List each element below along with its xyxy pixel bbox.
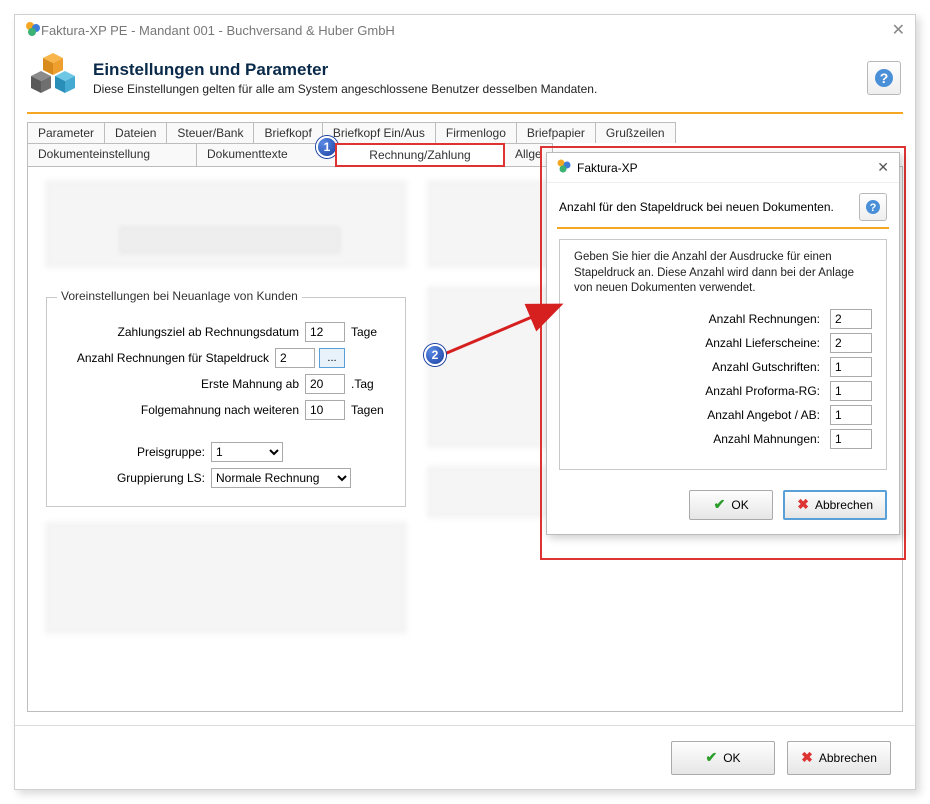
anzahl-gutschriften-label: Anzahl Gutschriften: [574,360,830,374]
tab-dokumenteinstellung[interactable]: Dokumenteinstellung [27,143,197,167]
ok-button[interactable]: ✔OK [671,741,775,775]
anzahl-stapeldruck-input[interactable] [275,348,315,368]
tab-briefpapier[interactable]: Briefpapier [516,122,596,143]
tab-rechnung-zahlung[interactable]: Rechnung/Zahlung [335,143,505,167]
tab-steuer-bank[interactable]: Steuer/Bank [166,122,254,143]
cancel-button[interactable]: ✖Abbrechen [787,741,891,775]
svg-text:?: ? [880,70,889,86]
tab-grusszeilen[interactable]: Grußzeilen [595,122,676,143]
anzahl-angebot-label: Anzahl Angebot / AB: [574,408,830,422]
dialog-intro: Geben Sie hier die Anzahl der Ausdrucke … [574,250,872,297]
window-title: Faktura-XP PE - Mandant 001 - Buchversan… [41,23,395,38]
app-logo-icon [25,21,41,40]
svg-text:?: ? [870,202,877,214]
app-logo-icon [557,159,571,176]
anzahl-gutschriften-input[interactable] [830,357,872,377]
folgemahnung-input[interactable] [305,400,345,420]
anzahl-lieferscheine-input[interactable] [830,333,872,353]
anzahl-lieferscheine-label: Anzahl Lieferscheine: [574,336,830,350]
cubes-icon [29,51,81,104]
zahlungsziel-input[interactable] [305,322,345,342]
folgemahnung-label: Folgemahnung nach weiteren [61,403,305,417]
anzahl-rechnungen-input[interactable] [830,309,872,329]
erste-mahnung-label: Erste Mahnung ab [61,377,305,391]
tab-briefkopf[interactable]: Briefkopf [253,122,322,143]
erste-mahnung-input[interactable] [305,374,345,394]
preisgruppe-label: Preisgruppe: [61,445,211,459]
gruppierung-select[interactable]: Normale Rechnung [211,468,351,488]
anzahl-rechnungen-label: Anzahl Rechnungen: [574,312,830,326]
help-button[interactable]: ? [859,193,887,221]
stapeldruck-dialog: Faktura-XP ✕ Anzahl für den Stapeldruck … [546,152,900,535]
help-button[interactable]: ? [867,61,901,95]
group-voreinstellungen: Voreinstellungen bei Neuanlage von Kunde… [46,297,406,507]
divider [557,227,889,229]
anzahl-stapeldruck-label: Anzahl Rechnungen für Stapeldruck [61,351,275,365]
preisgruppe-select[interactable]: 1 [211,442,283,462]
check-icon: ✔ [705,749,717,766]
folgemahnung-unit: Tagen [345,403,391,417]
tab-dokumenttexte[interactable]: Dokumenttexte [196,143,336,167]
page-subtitle: Diese Einstellungen gelten für alle am S… [93,82,597,96]
page-title: Einstellungen und Parameter [93,60,597,80]
tab-parameter[interactable]: Parameter [27,122,105,143]
tab-dateien[interactable]: Dateien [104,122,167,143]
dialog-body: Geben Sie hier die Anzahl der Ausdrucke … [559,239,887,470]
dialog-subtitle: Anzahl für den Stapeldruck bei neuen Dok… [559,200,851,214]
divider [27,112,903,114]
anzahl-proforma-input[interactable] [830,381,872,401]
anzahl-mahnungen-label: Anzahl Mahnungen: [574,432,830,446]
help-icon: ? [874,68,894,88]
close-icon[interactable]: ✕ [877,159,889,176]
check-icon: ✔ [714,496,726,513]
tab-briefkopf-ein-aus[interactable]: Briefkopf Ein/Aus [322,122,436,143]
callout-badge-2: 2 [424,344,446,366]
anzahl-proforma-label: Anzahl Proforma-RG: [574,384,830,398]
cancel-icon: ✖ [801,749,813,766]
dialog-cancel-button[interactable]: ✖Abbrechen [783,490,887,520]
dialog-title: Faktura-XP [577,161,638,175]
close-icon[interactable]: ✕ [892,20,905,40]
zahlungsziel-label: Zahlungsziel ab Rechnungsdatum [61,325,305,339]
blurred-region [120,227,340,253]
help-icon: ? [865,199,881,215]
cancel-icon: ✖ [797,496,809,513]
blurred-region [46,523,406,633]
main-footer: ✔OK ✖Abbrechen [15,725,915,789]
anzahl-mahnungen-input[interactable] [830,429,872,449]
dialog-titlebar: Faktura-XP ✕ [547,153,899,183]
header-band: Einstellungen und Parameter Diese Einste… [15,45,915,112]
gruppierung-label: Gruppierung LS: [61,471,211,485]
group-legend: Voreinstellungen bei Neuanlage von Kunde… [57,289,302,303]
blurred-region [46,181,406,267]
anzahl-angebot-input[interactable] [830,405,872,425]
titlebar: Faktura-XP PE - Mandant 001 - Buchversan… [15,15,915,45]
dialog-ok-button[interactable]: ✔OK [689,490,773,520]
tab-firmenlogo[interactable]: Firmenlogo [435,122,517,143]
zahlungsziel-unit: Tage [345,325,391,339]
erste-mahnung-unit: .Tag [345,377,391,391]
stapeldruck-browse-button[interactable]: ... [319,348,345,368]
